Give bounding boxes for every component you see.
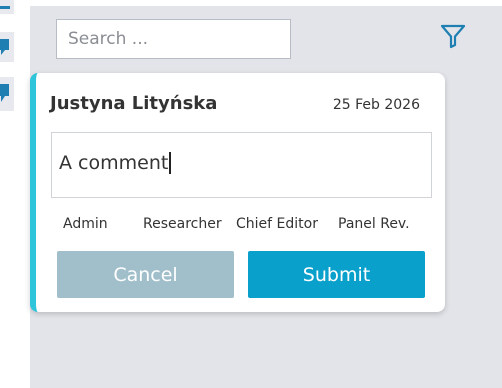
comment-icon	[0, 84, 9, 102]
app-root: Justyna Lityńska 25 Feb 2026 A comment A…	[0, 0, 502, 388]
filter-button[interactable]	[440, 23, 466, 49]
role-admin[interactable]: Admin	[63, 216, 108, 232]
comment-date: 25 Feb 2026	[332, 97, 420, 113]
role-list: Admin Researcher Chief Editor Panel Rev.	[51, 216, 432, 234]
rail-menu-button[interactable]	[0, 0, 14, 14]
comment-text: A comment	[59, 152, 169, 174]
comments-panel: Justyna Lityńska 25 Feb 2026 A comment A…	[30, 6, 502, 388]
comment-textarea[interactable]: A comment	[51, 132, 432, 198]
menu-bar-icon	[0, 6, 10, 9]
comment-author: Justyna Lityńska	[50, 93, 218, 114]
cancel-button[interactable]: Cancel	[57, 251, 234, 298]
rail-comment-button-1[interactable]	[0, 32, 14, 62]
role-researcher[interactable]: Researcher	[143, 216, 222, 232]
submit-button[interactable]: Submit	[248, 251, 425, 298]
left-rail	[0, 0, 30, 388]
comment-card: Justyna Lityńska 25 Feb 2026 A comment A…	[30, 73, 445, 312]
text-caret	[169, 152, 172, 174]
filter-icon	[440, 24, 466, 49]
role-chief-editor[interactable]: Chief Editor	[236, 216, 318, 232]
rail-comment-button-2[interactable]	[0, 77, 14, 111]
comment-icon	[0, 39, 9, 55]
search-input[interactable]	[56, 19, 291, 59]
role-panel-reviewer[interactable]: Panel Rev.	[338, 216, 410, 232]
